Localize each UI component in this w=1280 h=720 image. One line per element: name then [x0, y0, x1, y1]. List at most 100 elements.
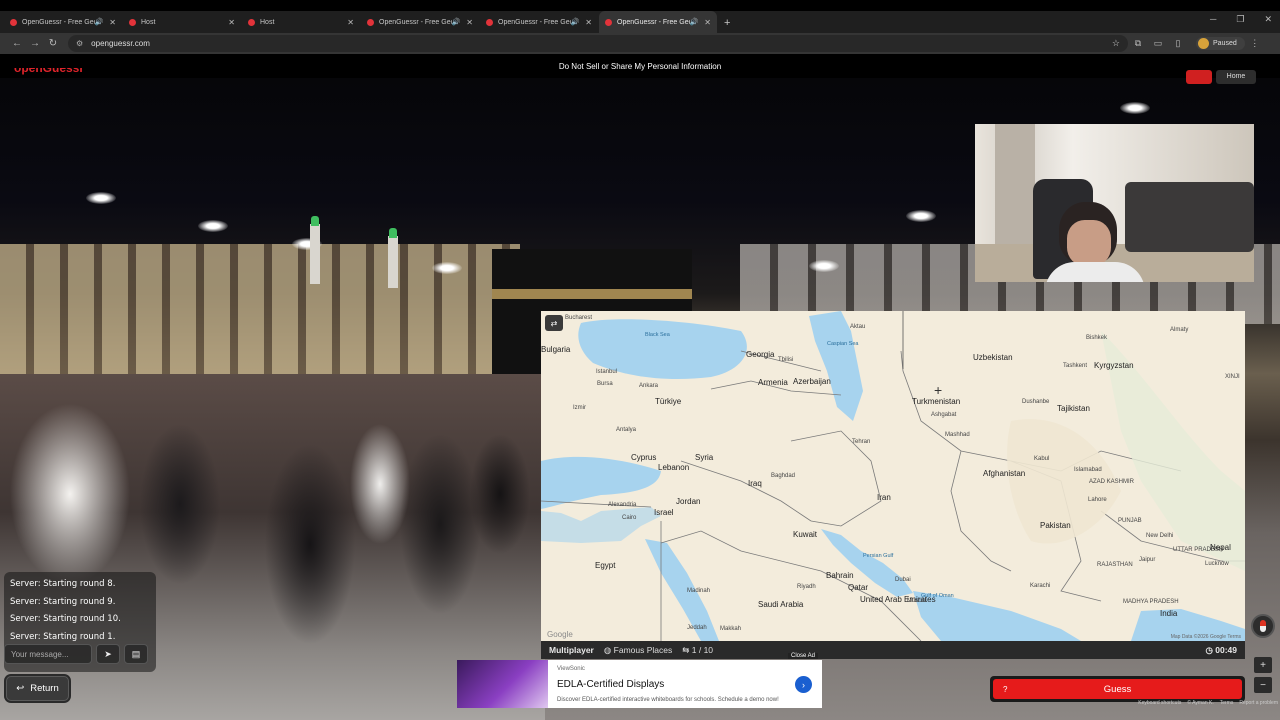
map-label: Nepal — [1210, 543, 1231, 552]
ad-title[interactable]: EDLA-Certified Displays — [557, 679, 664, 690]
speaker-icon: 🔊 — [451, 19, 461, 26]
openguessr-favicon-icon — [248, 18, 255, 26]
map-label: PUNJAB — [1118, 518, 1142, 524]
chat-toggle-icon[interactable]: ▤ — [124, 644, 148, 664]
return-button[interactable]: ↩ Return — [6, 676, 69, 701]
tab-title: OpenGuessr - Free GeoGuessr — [22, 18, 95, 26]
browser-tab[interactable]: Host ✕ — [123, 11, 241, 33]
avatar — [1198, 38, 1209, 49]
browser-tab[interactable]: Host ✕ — [242, 11, 360, 33]
browser-tab-active[interactable]: OpenGuessr - Free GeoGuessr 🔊 ✕ — [599, 11, 717, 33]
new-tab-icon[interactable]: + — [718, 17, 738, 33]
map-attribution[interactable]: Map Data ©2026 Google Terms — [1171, 634, 1241, 640]
map-label: Istanbul — [596, 369, 618, 375]
bookmark-star-icon[interactable]: ☆ — [1112, 38, 1120, 49]
send-icon[interactable]: ➤ — [96, 644, 120, 664]
minimize-icon[interactable]: ─ — [1210, 14, 1216, 25]
webcam-overlay — [975, 124, 1254, 282]
guess-help-icon[interactable]: ? — [1003, 685, 1007, 694]
map-label: Ashgabat — [931, 412, 957, 418]
map-label: Türkiye — [655, 397, 682, 406]
guess-label: Guess — [1103, 683, 1132, 695]
close-tab-icon[interactable]: ✕ — [466, 18, 473, 27]
close-tab-icon[interactable]: ✕ — [109, 18, 116, 27]
footer-link: © Ayman K. — [1187, 700, 1214, 706]
close-window-icon[interactable]: ✕ — [1264, 14, 1272, 25]
side-panel-icon[interactable]: ▯ — [1168, 38, 1188, 49]
browser-toolbar: ← → ↻ ⚙ openguessr.com ☆ ⧉ ▭ ▯ Paused ⋮ — [0, 33, 1280, 54]
map-label: MADHYA PRADESH — [1123, 599, 1179, 605]
app-root: OpenGuessr - Free GeoGuessr 🔊 ✕ Host ✕ H… — [0, 0, 1280, 720]
chat-message: Server: Starting round 10. — [10, 614, 121, 624]
chat-message: Server: Starting round 8. — [10, 579, 116, 589]
site-logo[interactable]: openGuessr — [14, 68, 84, 76]
map-label: Islamabad — [1074, 467, 1102, 473]
footer-link[interactable]: Report a problem — [1239, 700, 1278, 706]
report-button[interactable] — [1186, 70, 1212, 84]
panorama-light — [1120, 102, 1150, 114]
chat-message-input[interactable] — [4, 644, 92, 664]
chat-compose: ➤ ▤ — [4, 644, 148, 664]
back-icon[interactable]: ← — [8, 38, 26, 49]
do-not-sell-link[interactable]: Do Not Sell or Share My Personal Informa… — [559, 62, 721, 71]
footer-link[interactable]: Terms — [1220, 700, 1234, 706]
reload-icon[interactable]: ↻ — [44, 38, 62, 49]
panorama-minaret — [310, 216, 320, 284]
tab-title: OpenGuessr - Free GeoGuessr — [379, 18, 452, 26]
timer-value: 00:49 — [1215, 644, 1237, 655]
browser-tab[interactable]: OpenGuessr - Free GeoGuessr 🔊 ✕ — [480, 11, 598, 33]
rounds-icon: ⇆ — [682, 644, 690, 655]
map-label: Almaty — [1170, 327, 1189, 333]
ad-description: Discover EDLA-certified interactive whit… — [557, 697, 779, 703]
panorama-minaret — [388, 228, 398, 288]
category-label: Famous Places — [613, 644, 673, 655]
zoom-in-icon[interactable]: + — [1254, 657, 1272, 673]
close-ad-button[interactable]: Close Ad — [788, 653, 819, 659]
close-tab-icon[interactable]: ✕ — [704, 18, 711, 27]
profile-button[interactable]: Paused — [1196, 37, 1245, 50]
return-label: Return — [30, 683, 59, 694]
forward-icon[interactable]: → — [26, 38, 44, 49]
url-text: openguessr.com — [91, 39, 150, 48]
footer-link[interactable]: Keyboard shortcuts — [1138, 700, 1181, 706]
maximize-icon[interactable]: ❐ — [1236, 14, 1244, 25]
advertisement[interactable]: ViewSonic EDLA-Certified Displays Discov… — [457, 660, 822, 708]
round-timer: ◷ 00:49 — [1205, 645, 1237, 656]
more-menu-icon[interactable]: ⋮ — [1245, 38, 1265, 49]
map-label: Jaipur — [1139, 557, 1156, 563]
close-tab-icon[interactable]: ✕ — [228, 18, 235, 27]
chat-message: Server: Starting round 9. — [10, 596, 116, 607]
map-label: Kyrgyzstan — [1094, 361, 1134, 370]
map-label: Iraq — [748, 479, 762, 488]
speaker-icon: 🔊 — [689, 19, 699, 26]
map-label: Kuwait — [793, 530, 818, 539]
guess-container: ? Guess — [990, 676, 1245, 702]
zoom-out-icon[interactable]: − — [1254, 677, 1272, 693]
map-label: Dushanbe — [1022, 399, 1050, 405]
webcam-face — [1067, 220, 1111, 266]
cast-icon[interactable]: ▭ — [1148, 38, 1168, 49]
compass-icon[interactable] — [1251, 614, 1275, 638]
extensions-icon[interactable]: ⧉ — [1128, 38, 1148, 49]
browser-tab[interactable]: OpenGuessr - Free GeoGuessr 🔊 ✕ — [4, 11, 122, 33]
openguessr-favicon-icon — [605, 18, 612, 26]
address-bar[interactable]: ⚙ openguessr.com ☆ — [68, 35, 1128, 52]
map-label: Makkah — [720, 626, 742, 632]
privacy-banner: Do Not Sell or Share My Personal Informa… — [0, 54, 1280, 78]
guess-button[interactable]: ? Guess — [993, 679, 1242, 699]
map-label: Cyprus — [631, 453, 657, 462]
map-label: Lebanon — [658, 463, 690, 472]
guess-map[interactable]: ⇄ + Bucharest Bulgaria Black Sea Istanbu… — [541, 311, 1245, 641]
ad-arrow-icon[interactable]: › — [795, 676, 812, 693]
map-label: Lahore — [1088, 497, 1107, 503]
map-label: Georgia — [746, 350, 775, 359]
home-button[interactable]: Home — [1216, 70, 1256, 84]
map-label: Bucharest — [565, 315, 593, 321]
profile-status: Paused — [1213, 40, 1237, 47]
close-tab-icon[interactable]: ✕ — [347, 18, 354, 27]
top-right-controls: Home — [1186, 70, 1256, 84]
map-size-toggle-icon[interactable]: ⇄ — [545, 315, 563, 331]
close-tab-icon[interactable]: ✕ — [585, 18, 592, 27]
site-info-icon[interactable]: ⚙ — [76, 39, 83, 48]
browser-tab[interactable]: OpenGuessr - Free GeoGuessr 🔊 ✕ — [361, 11, 479, 33]
